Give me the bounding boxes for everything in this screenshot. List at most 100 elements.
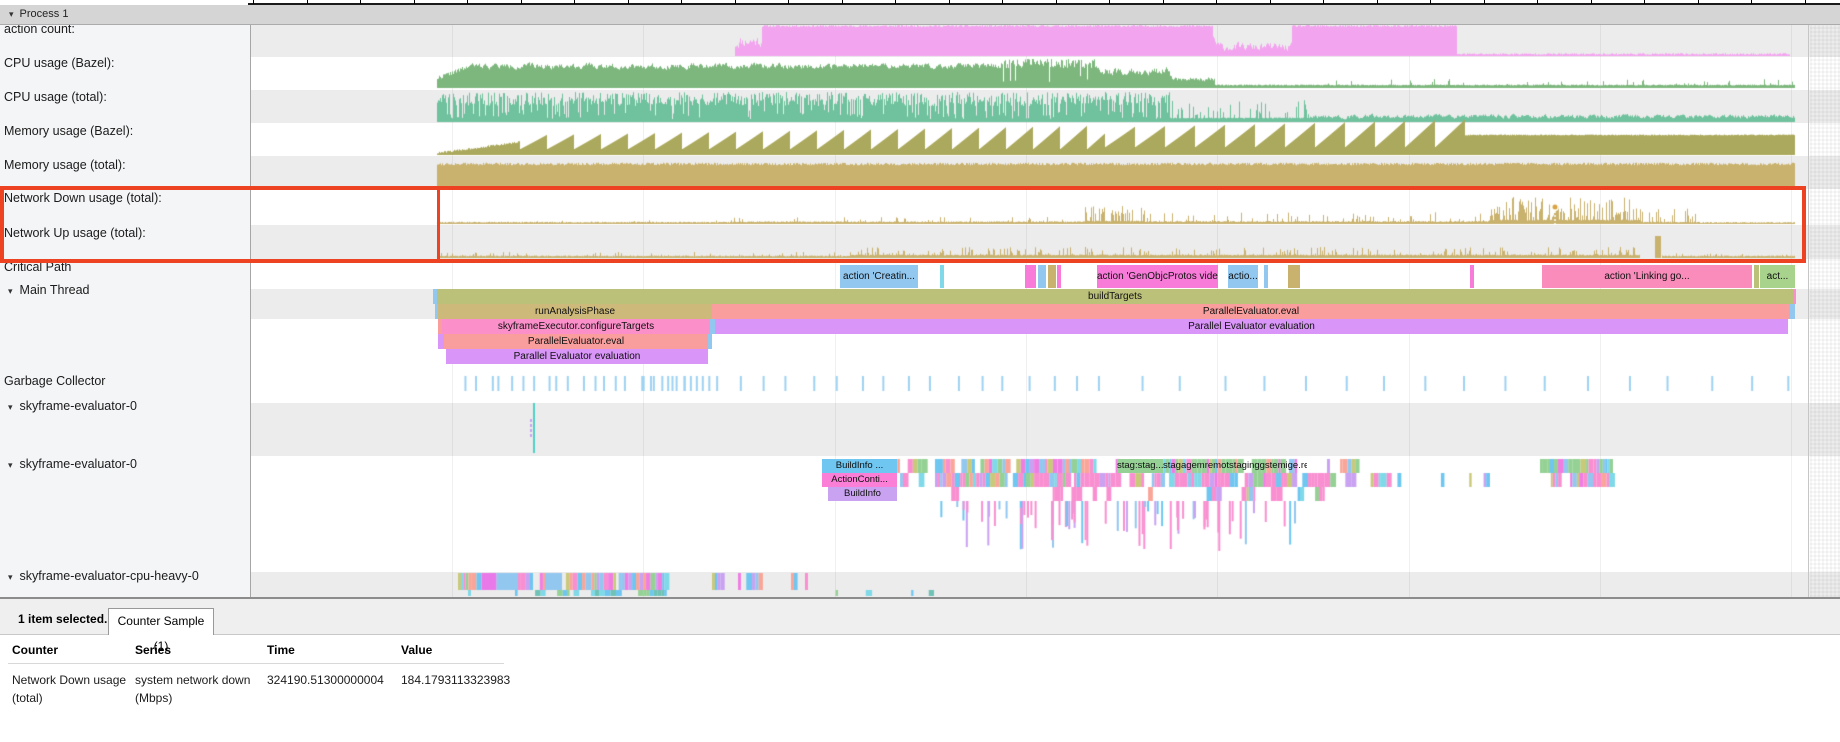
ruler-tick [1805, 0, 1806, 4]
slice[interactable] [1264, 265, 1268, 288]
track-label-text: skyframe-evaluator-cpu-heavy-0 [20, 569, 199, 583]
track-label-skyframe-evaluator-0[interactable]: ▾ skyframe-evaluator-0 [2, 457, 137, 471]
ruler-tick [467, 0, 468, 4]
slice-actionconti[interactable]: ActionConti... [822, 473, 897, 487]
collapse-arrow-icon[interactable]: ▾ [8, 572, 13, 583]
slice[interactable] [1793, 289, 1796, 304]
col-header-counter[interactable]: Counter [12, 643, 58, 657]
ruler-tick [1163, 0, 1164, 4]
ruler-tick [574, 0, 575, 4]
slice[interactable] [1790, 304, 1795, 319]
slice-parallelevaluator-eval[interactable]: ParallelEvaluator.eval [444, 334, 708, 349]
analysis-panel: 1 item selected. Counter Sample (1) Coun… [0, 597, 1840, 742]
ruler-tick [1430, 0, 1431, 4]
ruler-tick [414, 0, 415, 4]
slice[interactable] [1038, 265, 1046, 288]
slice-buildinfo[interactable]: BuildInfo [828, 487, 897, 501]
cell-series-line2: (Mbps) [135, 691, 172, 705]
ruler-tick [307, 0, 308, 4]
process-title: Process 1 [20, 8, 69, 20]
ruler-tick [1270, 0, 1271, 4]
track-label-garbage-collector[interactable]: Garbage Collector [2, 374, 105, 388]
ruler-tick [735, 0, 736, 4]
track-labels-sidebar: action count:CPU usage (Bazel):CPU usage… [0, 24, 251, 597]
slice-skyframeexecutor-configuretargets[interactable]: skyframeExecutor.configureTargets [442, 319, 710, 334]
collapse-arrow-icon[interactable]: ▾ [8, 460, 13, 471]
track-label-cpu-usage-bazel[interactable]: CPU usage (Bazel): [2, 56, 114, 70]
cell-time: 324190.51300000004 [267, 673, 384, 687]
slice[interactable] [1754, 265, 1759, 288]
annotation-vline [437, 190, 440, 263]
track-label-skyframe-evaluator-cpu-heavy-0[interactable]: ▾ skyframe-evaluator-cpu-heavy-0 [2, 569, 199, 583]
ruler-tick [1056, 0, 1057, 4]
track-label-memory-usage-total[interactable]: Memory usage (total): [2, 158, 126, 172]
tab-counter-sample[interactable]: Counter Sample (1) [108, 608, 214, 635]
track-label-text: skyframe-evaluator-0 [20, 457, 137, 471]
slice-parallel-evaluator-evaluation[interactable]: Parallel Evaluator evaluation [446, 349, 708, 364]
track-label-text: Memory usage (total): [4, 158, 126, 172]
ruler-tick [949, 0, 950, 4]
cell-counter-line1: Network Down usage [12, 673, 126, 687]
ruler-tick [1591, 0, 1592, 4]
track-label-text: CPU usage (total): [4, 90, 107, 104]
track-label-skyframe-evaluator-0[interactable]: ▾ skyframe-evaluator-0 [2, 399, 137, 413]
ruler-tick [1751, 0, 1752, 4]
slice-stag-stag[interactable]: stag:stag... [1117, 459, 1163, 473]
trace-viewer-window: action 'Creatin... action 'GenObjcProtos … [0, 0, 1840, 742]
track-label-text: skyframe-evaluator-0 [20, 399, 137, 413]
track-label-memory-usage-bazel[interactable]: Memory usage (Bazel): [2, 124, 133, 138]
collapse-arrow-icon[interactable]: ▾ [8, 286, 13, 297]
collapse-arrow-icon[interactable]: ▾ [9, 5, 14, 24]
ruler-tick [1002, 0, 1003, 4]
header-divider [8, 663, 504, 664]
cell-counter-line2: (total) [12, 691, 43, 705]
annotation-box-network-rows [0, 186, 1806, 263]
track-label-cpu-usage-total[interactable]: CPU usage (total): [2, 90, 107, 104]
slice[interactable] [1470, 265, 1474, 288]
slice-stagagemremotstaginggstemige-remot[interactable]: stagagemremotstaginggstemige.remot... [1163, 459, 1307, 473]
ruler-tick [1484, 0, 1485, 4]
slice-act[interactable]: act... [1760, 265, 1795, 288]
slice-action-linking-go[interactable]: action 'Linking go... [1542, 265, 1752, 288]
counter-sample-table: Counter Series Time Value Network Down u… [0, 635, 1840, 742]
ruler-tick [1698, 0, 1699, 4]
track-label-text: CPU usage (Bazel): [4, 56, 114, 70]
slice-runanalysisphase[interactable]: runAnalysisPhase [438, 304, 712, 319]
ruler-tick [1216, 0, 1217, 4]
col-header-time[interactable]: Time [267, 643, 295, 657]
ruler-tick [628, 0, 629, 4]
slice[interactable] [708, 334, 712, 349]
ruler-tick [1377, 0, 1378, 4]
slice[interactable] [1288, 265, 1300, 288]
cell-series-line1: system network down [135, 673, 250, 687]
ruler-tick [788, 0, 789, 4]
slice[interactable] [940, 265, 944, 288]
slice[interactable] [1025, 265, 1036, 288]
track-label-main-thread[interactable]: ▾ Main Thread [2, 283, 89, 297]
ruler-tick [842, 0, 843, 4]
slice[interactable] [1048, 265, 1056, 288]
slice-action-genobjcprotos-video[interactable]: action 'GenObjcProtos video/... [1097, 265, 1218, 288]
cell-value: 184.1793113323983 [401, 673, 510, 687]
slice-action-creatin[interactable]: action 'Creatin... [840, 265, 918, 288]
col-header-value[interactable]: Value [401, 643, 432, 657]
ruler-tick [360, 0, 361, 4]
ruler-tick [1109, 0, 1110, 4]
ruler-tick [681, 0, 682, 4]
ruler-tick [1537, 0, 1538, 4]
track-label-text: Memory usage (Bazel): [4, 124, 133, 138]
ruler-tick [521, 0, 522, 4]
ruler-tick [895, 0, 896, 4]
slice-buildinfo[interactable]: BuildInfo ... [822, 459, 897, 473]
collapse-arrow-icon[interactable]: ▾ [8, 402, 13, 413]
track-label-text: Main Thread [20, 283, 90, 297]
slice-buildtargets[interactable]: buildTargets [437, 289, 1793, 304]
process-header[interactable]: ▾ Process 1 [0, 5, 1840, 25]
selection-status: 1 item selected. [18, 612, 107, 626]
slice-actio[interactable]: actio... [1228, 265, 1258, 288]
ruler-tick [1644, 0, 1645, 4]
slice[interactable] [1057, 265, 1061, 288]
ruler-tick [1323, 0, 1324, 4]
slice-parallelevaluator-eval[interactable]: ParallelEvaluator.eval [712, 304, 1790, 319]
slice-parallel-evaluator-evaluation[interactable]: Parallel Evaluator evaluation [715, 319, 1788, 334]
